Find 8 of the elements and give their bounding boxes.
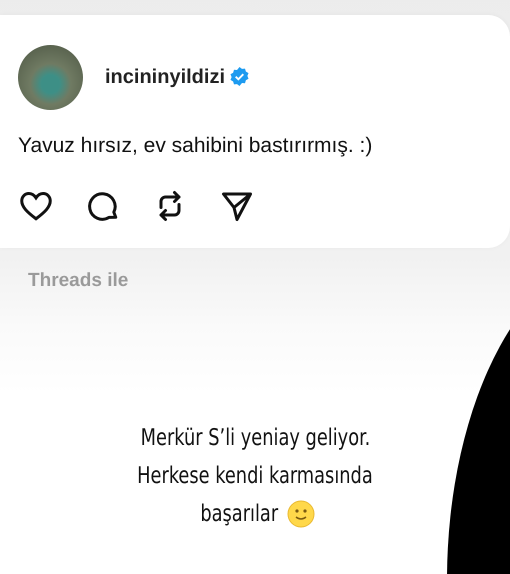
post-text: Yavuz hırsız, ev sahibini bastırırmış. :) [18, 134, 374, 158]
post-card[interactable]: incininyildizi Yavuz hırsız, ev sahibini bastırırmış. :) [0, 15, 510, 248]
attribution-text: Threads ile [28, 270, 128, 292]
smiling-face-icon [286, 499, 316, 529]
caption-line: Merkür S’li yeniay geliyor. [140, 424, 370, 453]
caption-line: Herkese kendi karmasında [137, 462, 373, 491]
caption-line: başarılar [200, 500, 278, 529]
username[interactable]: incininyildizi [105, 66, 226, 88]
